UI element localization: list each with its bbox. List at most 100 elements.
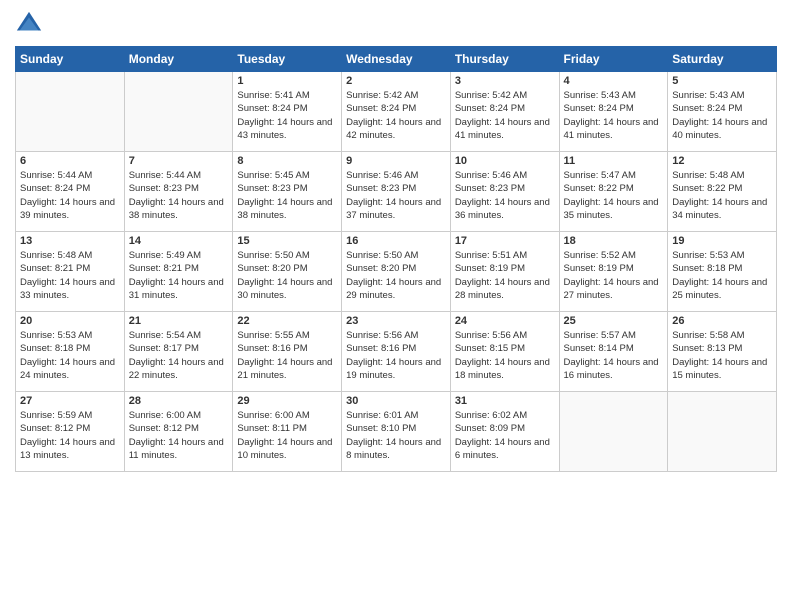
day-number: 17: [455, 235, 555, 247]
day-info: Sunrise: 5:59 AMSunset: 8:12 PMDaylight:…: [20, 409, 120, 462]
daylight-text: Daylight: 14 hours and 38 minutes.: [237, 196, 337, 223]
weekday-header: Thursday: [450, 47, 559, 72]
day-info: Sunrise: 5:46 AMSunset: 8:23 PMDaylight:…: [455, 169, 555, 222]
daylight-text: Daylight: 14 hours and 36 minutes.: [455, 196, 555, 223]
day-number: 28: [129, 395, 229, 407]
sunset-text: Sunset: 8:13 PM: [672, 342, 772, 355]
sunrise-text: Sunrise: 5:42 AM: [346, 89, 446, 102]
calendar-cell: 25Sunrise: 5:57 AMSunset: 8:14 PMDayligh…: [559, 312, 668, 392]
daylight-text: Daylight: 14 hours and 22 minutes.: [129, 356, 229, 383]
calendar-cell: 14Sunrise: 5:49 AMSunset: 8:21 PMDayligh…: [124, 232, 233, 312]
calendar-cell: 2Sunrise: 5:42 AMSunset: 8:24 PMDaylight…: [342, 72, 451, 152]
sunset-text: Sunset: 8:24 PM: [455, 102, 555, 115]
day-info: Sunrise: 5:48 AMSunset: 8:21 PMDaylight:…: [20, 249, 120, 302]
sunset-text: Sunset: 8:09 PM: [455, 422, 555, 435]
calendar-cell: 26Sunrise: 5:58 AMSunset: 8:13 PMDayligh…: [668, 312, 777, 392]
sunset-text: Sunset: 8:21 PM: [129, 262, 229, 275]
day-number: 14: [129, 235, 229, 247]
day-number: 15: [237, 235, 337, 247]
calendar-cell: 27Sunrise: 5:59 AMSunset: 8:12 PMDayligh…: [16, 392, 125, 472]
sunrise-text: Sunrise: 5:47 AM: [564, 169, 664, 182]
sunrise-text: Sunrise: 6:02 AM: [455, 409, 555, 422]
sunset-text: Sunset: 8:20 PM: [237, 262, 337, 275]
sunrise-text: Sunrise: 5:53 AM: [20, 329, 120, 342]
day-info: Sunrise: 5:51 AMSunset: 8:19 PMDaylight:…: [455, 249, 555, 302]
calendar-cell: 16Sunrise: 5:50 AMSunset: 8:20 PMDayligh…: [342, 232, 451, 312]
sunrise-text: Sunrise: 5:46 AM: [455, 169, 555, 182]
sunset-text: Sunset: 8:20 PM: [346, 262, 446, 275]
calendar-cell: 30Sunrise: 6:01 AMSunset: 8:10 PMDayligh…: [342, 392, 451, 472]
daylight-text: Daylight: 14 hours and 8 minutes.: [346, 436, 446, 463]
day-info: Sunrise: 5:47 AMSunset: 8:22 PMDaylight:…: [564, 169, 664, 222]
calendar-cell: 3Sunrise: 5:42 AMSunset: 8:24 PMDaylight…: [450, 72, 559, 152]
daylight-text: Daylight: 14 hours and 16 minutes.: [564, 356, 664, 383]
calendar-cell: 20Sunrise: 5:53 AMSunset: 8:18 PMDayligh…: [16, 312, 125, 392]
calendar-cell: 1 Sunrise: 5:41 AMSunset: 8:24 PMDaylight…: [233, 72, 342, 152]
calendar-cell: 6Sunrise: 5:44 AMSunset: 8:24 PMDaylight…: [16, 152, 125, 232]
day-number: 20: [20, 315, 120, 327]
daylight-text: Daylight: 14 hours and 27 minutes.: [564, 276, 664, 303]
calendar-cell: 23Sunrise: 5:56 AMSunset: 8:16 PMDayligh…: [342, 312, 451, 392]
sunset-text: Sunset: 8:24 PM: [672, 102, 772, 115]
day-info: Sunrise: 6:01 AMSunset: 8:10 PMDaylight:…: [346, 409, 446, 462]
sunset-text: Sunset: 8:10 PM: [346, 422, 446, 435]
sunrise-text: Sunrise: 6:00 AM: [237, 409, 337, 422]
daylight-text: Daylight: 14 hours and 31 minutes.: [129, 276, 229, 303]
sunset-text: Sunset: 8:11 PM: [237, 422, 337, 435]
calendar-cell: 8Sunrise: 5:45 AMSunset: 8:23 PMDaylight…: [233, 152, 342, 232]
sunset-text: Sunset: 8:12 PM: [20, 422, 120, 435]
sunrise-text: Sunrise: 5:42 AM: [455, 89, 555, 102]
day-info: Sunrise: 5:48 AMSunset: 8:22 PMDaylight:…: [672, 169, 772, 222]
day-info: Sunrise: 6:02 AMSunset: 8:09 PMDaylight:…: [455, 409, 555, 462]
sunset-text: Sunset: 8:14 PM: [564, 342, 664, 355]
weekday-header: Monday: [124, 47, 233, 72]
day-info: Sunrise: 5:52 AMSunset: 8:19 PMDaylight:…: [564, 249, 664, 302]
sunset-text: Sunset: 8:18 PM: [672, 262, 772, 275]
weekday-header: Friday: [559, 47, 668, 72]
sunset-text: Sunset: 8:12 PM: [129, 422, 229, 435]
day-number: 24: [455, 315, 555, 327]
calendar-cell: 5Sunrise: 5:43 AMSunset: 8:24 PMDaylight…: [668, 72, 777, 152]
sunset-text: Sunset: 8:15 PM: [455, 342, 555, 355]
day-number: 12: [672, 155, 772, 167]
calendar-cell: 13 Sunrise: 5:48 AMSunset: 8:21 PMDayligh…: [16, 232, 125, 312]
calendar-cell: 12 Sunrise: 5:48 AMSunset: 8:22 PMDayligh…: [668, 152, 777, 232]
sunrise-text: Sunrise: 5:52 AM: [564, 249, 664, 262]
sunrise-text: Sunrise: 6:00 AM: [129, 409, 229, 422]
sunrise-text: Sunrise: 5:53 AM: [672, 249, 772, 262]
sunset-text: Sunset: 8:24 PM: [237, 102, 337, 115]
calendar-cell: 17 Sunrise: 5:51 AMSunset: 8:19 PMDayligh…: [450, 232, 559, 312]
calendar-cell: 9Sunrise: 5:46 AMSunset: 8:23 PMDaylight…: [342, 152, 451, 232]
day-number: 21: [129, 315, 229, 327]
day-number: 29: [237, 395, 337, 407]
day-info: Sunrise: 5:50 AMSunset: 8:20 PMDaylight:…: [346, 249, 446, 302]
calendar: SundayMondayTuesdayWednesdayThursdayFrid…: [15, 46, 777, 472]
daylight-text: Daylight: 14 hours and 37 minutes.: [346, 196, 446, 223]
page: SundayMondayTuesdayWednesdayThursdayFrid…: [0, 0, 792, 612]
sunrise-text: Sunrise: 5:55 AM: [237, 329, 337, 342]
calendar-cell: 15Sunrise: 5:50 AMSunset: 8:20 PMDayligh…: [233, 232, 342, 312]
day-info: Sunrise: 5:45 AMSunset: 8:23 PMDaylight:…: [237, 169, 337, 222]
daylight-text: Daylight: 14 hours and 11 minutes.: [129, 436, 229, 463]
daylight-text: Daylight: 14 hours and 40 minutes.: [672, 116, 772, 143]
day-info: Sunrise: 5:54 AMSunset: 8:17 PMDaylight:…: [129, 329, 229, 382]
weekday-header: Tuesday: [233, 47, 342, 72]
daylight-text: Daylight: 14 hours and 34 minutes.: [672, 196, 772, 223]
day-info: Sunrise: 5:56 AMSunset: 8:15 PMDaylight:…: [455, 329, 555, 382]
day-number: 4: [564, 75, 664, 87]
sunrise-text: Sunrise: 5:44 AM: [129, 169, 229, 182]
daylight-text: Daylight: 14 hours and 38 minutes.: [129, 196, 229, 223]
sunset-text: Sunset: 8:24 PM: [346, 102, 446, 115]
sunset-text: Sunset: 8:23 PM: [346, 182, 446, 195]
sunset-text: Sunset: 8:22 PM: [564, 182, 664, 195]
sunrise-text: Sunrise: 5:43 AM: [672, 89, 772, 102]
day-info: Sunrise: 5:41 AMSunset: 8:24 PMDaylight:…: [237, 89, 337, 142]
day-number: 1: [237, 75, 337, 87]
daylight-text: Daylight: 14 hours and 41 minutes.: [564, 116, 664, 143]
sunset-text: Sunset: 8:24 PM: [564, 102, 664, 115]
sunrise-text: Sunrise: 5:57 AM: [564, 329, 664, 342]
day-number: 11: [564, 155, 664, 167]
header: [15, 10, 777, 38]
daylight-text: Daylight: 14 hours and 39 minutes.: [20, 196, 120, 223]
day-number: 13: [20, 235, 120, 247]
